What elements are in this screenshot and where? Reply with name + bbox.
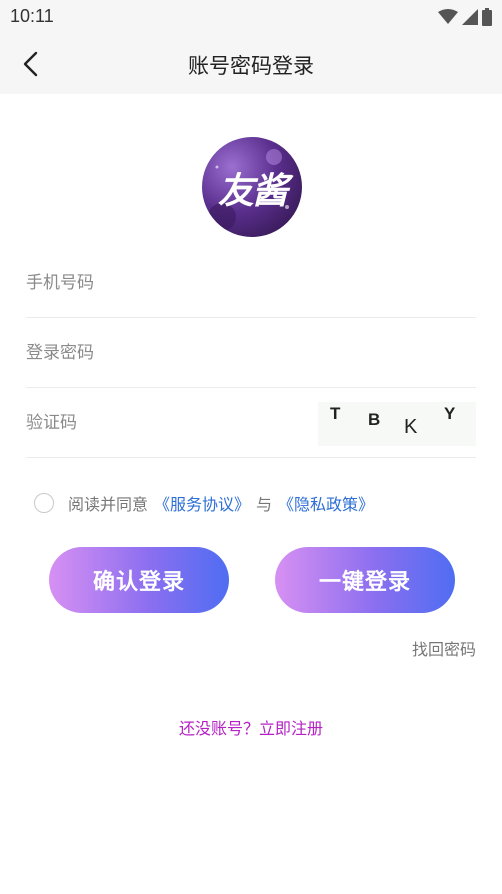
confirm-login-button[interactable]: 确认登录	[49, 547, 229, 613]
captcha-image[interactable]: T B K Y	[318, 402, 476, 446]
captcha-char: T	[330, 404, 341, 423]
page-title: 账号密码登录	[188, 54, 314, 78]
phone-input[interactable]	[26, 266, 316, 300]
service-agreement-link[interactable]: 《服务协议》	[154, 495, 250, 514]
captcha-input[interactable]	[26, 406, 316, 440]
signal-icon	[462, 9, 478, 25]
app-logo: 友酱	[202, 137, 302, 237]
register-link[interactable]: 还没账号？立即注册	[0, 715, 502, 739]
agreement-prefix: 阅读并同意	[68, 495, 149, 514]
status-bar: 10:11	[0, 0, 502, 34]
captcha-field-row: T B K Y	[26, 388, 476, 458]
phone-field-row	[26, 248, 476, 318]
nav-bar: 账号密码登录	[0, 34, 502, 94]
logo-text: 友酱	[217, 171, 288, 212]
captcha-char: Y	[444, 404, 456, 423]
captcha-char: B	[368, 410, 381, 429]
status-time: 10:11	[10, 6, 54, 26]
captcha-char: K	[404, 416, 418, 438]
agreement-checkbox[interactable]	[34, 493, 54, 513]
one-key-login-button[interactable]: 一键登录	[275, 547, 455, 613]
wifi-icon	[438, 9, 458, 24]
status-icons	[438, 8, 492, 26]
agreement-row: 阅读并同意 《服务协议》 与 《隐私政策》	[34, 490, 374, 516]
battery-icon	[482, 8, 492, 26]
password-input[interactable]	[26, 336, 316, 370]
forgot-password-link[interactable]: 找回密码	[412, 636, 476, 660]
password-field-row	[26, 318, 476, 388]
service-agreement-link-wrap: 《服务协议》	[154, 491, 250, 515]
agreement-and: 与	[256, 495, 273, 514]
privacy-policy-link[interactable]: 《隐私政策》	[278, 491, 374, 515]
